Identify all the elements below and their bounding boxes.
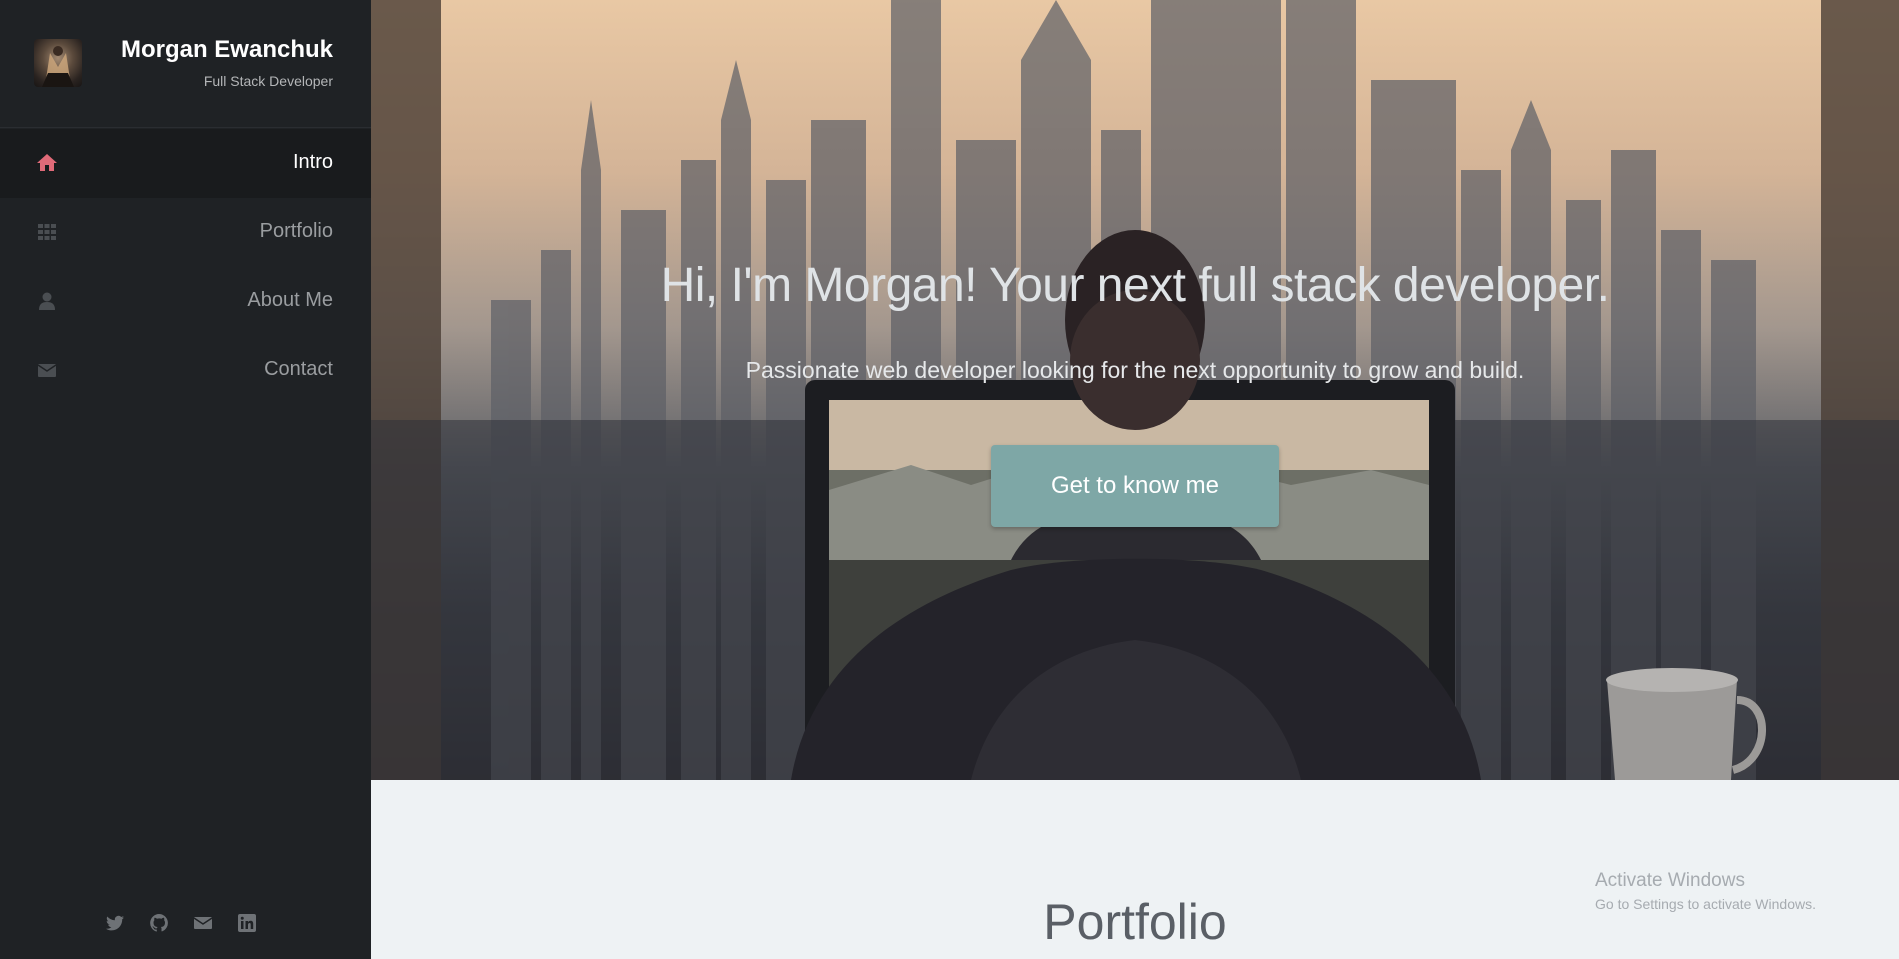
- sidebar-item-about[interactable]: About Me: [0, 267, 371, 336]
- hero-title: Hi, I'm Morgan! Your next full stack dev…: [660, 259, 1610, 312]
- envelope-icon: [36, 359, 58, 381]
- sidebar-item-portfolio[interactable]: Portfolio: [0, 198, 371, 267]
- profile-name: Morgan Ewanchuk: [120, 36, 333, 63]
- avatar[interactable]: [34, 39, 82, 87]
- user-icon: [36, 290, 58, 312]
- github-icon[interactable]: [148, 912, 170, 934]
- sidebar-nav: Intro Portfolio About Me Contact: [0, 129, 371, 405]
- sidebar-item-label: Portfolio: [259, 220, 333, 242]
- sidebar: Morgan Ewanchuk Full Stack Developer Int…: [0, 0, 371, 959]
- sidebar-item-label: Contact: [264, 358, 333, 380]
- profile-role: Full Stack Developer: [203, 73, 333, 89]
- activate-windows-subtitle: Go to Settings to activate Windows.: [1595, 896, 1816, 912]
- sidebar-item-label: About Me: [247, 289, 333, 311]
- get-to-know-me-button[interactable]: Get to know me: [991, 445, 1279, 527]
- hero-background-image: [371, 0, 1899, 780]
- profile-header: Morgan Ewanchuk Full Stack Developer: [0, 0, 371, 128]
- home-icon: [36, 152, 58, 174]
- activate-windows-title: Activate Windows: [1595, 870, 1745, 891]
- grid-icon: [36, 221, 58, 243]
- social-links: [104, 912, 258, 934]
- sidebar-item-label: Intro: [292, 151, 333, 173]
- sidebar-item-intro[interactable]: Intro: [0, 129, 371, 198]
- sidebar-item-contact[interactable]: Contact: [0, 336, 371, 405]
- twitter-icon[interactable]: [104, 912, 126, 934]
- email-icon[interactable]: [192, 912, 214, 934]
- hero-section: Hi, I'm Morgan! Your next full stack dev…: [371, 0, 1899, 780]
- linkedin-icon[interactable]: [236, 912, 258, 934]
- hero-subtitle: Passionate web developer looking for the…: [745, 357, 1525, 383]
- portfolio-section: Portfolio Activate Windows Go to Setting…: [371, 780, 1899, 959]
